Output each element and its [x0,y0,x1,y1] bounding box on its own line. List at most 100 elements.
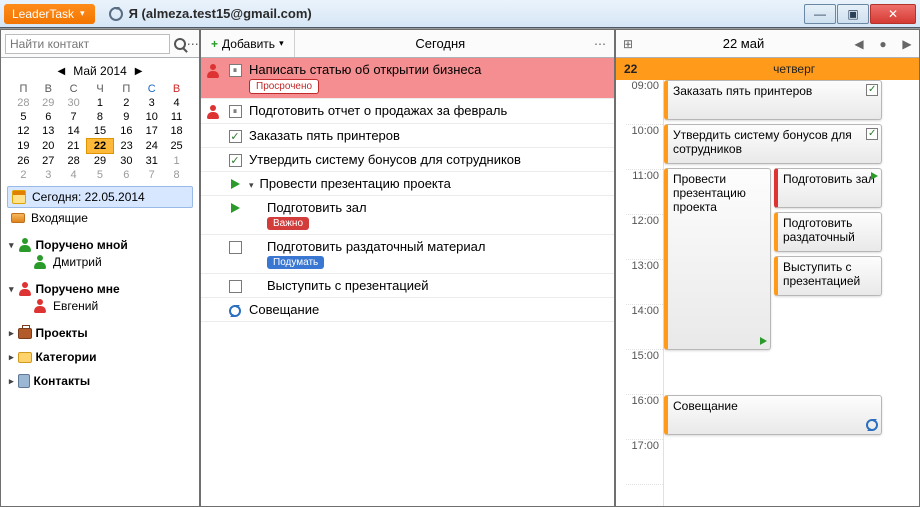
cal-day[interactable]: 6 [36,110,61,124]
cal-day[interactable]: 20 [36,139,61,154]
search-icon[interactable] [174,32,187,56]
cal-dow: С [139,82,164,96]
cal-day[interactable]: 3 [36,168,61,182]
cal-day[interactable]: 5 [11,110,36,124]
task-row[interactable]: ▾Провести презентацию проекта [201,172,614,196]
calendar-event[interactable]: Совещание [664,395,882,435]
day-pane: ⊞ 22 май ◀ ● ▶ 22 четверг 09:0010:0011:0… [615,29,920,507]
cal-day[interactable]: 21 [61,139,87,154]
cal-day[interactable]: 29 [87,154,114,169]
cal-day[interactable]: 2 [11,168,36,182]
task-row[interactable]: ⏸Написать статью об открытии бизнесаПрос… [201,58,614,99]
cal-day[interactable]: 7 [61,110,87,124]
cal-day[interactable]: 25 [164,139,189,154]
cal-day[interactable]: 5 [87,168,114,182]
section-assigned-to-me[interactable]: ▾ Поручено мне [7,282,193,296]
section-assigned-by-me[interactable]: ▾ Поручено мной [7,238,193,252]
play-icon[interactable] [231,179,240,189]
play-icon[interactable] [871,172,878,180]
cal-day[interactable]: 4 [164,96,189,110]
cal-day[interactable]: 8 [87,110,114,124]
task-row[interactable]: Подготовить раздаточный материалПодумать [201,235,614,274]
section-contacts[interactable]: ▸ Контакты [7,374,193,388]
cal-day[interactable]: 3 [139,96,164,110]
section-categories[interactable]: ▸ Категории [7,350,193,364]
cal-day[interactable]: 16 [113,124,139,139]
sidebar-menu-icon[interactable]: ⋯ [187,32,200,56]
calendar-event[interactable]: Провести презентацию проекта [664,168,771,350]
event-checkbox[interactable] [866,128,878,140]
close-button[interactable]: ✕ [870,4,916,24]
section-projects[interactable]: ▸ Проекты [7,326,193,340]
event-checkbox[interactable] [866,84,878,96]
play-icon[interactable] [760,337,767,345]
minimize-button[interactable]: — [804,4,836,24]
cal-day[interactable]: 12 [11,124,36,139]
task-row[interactable]: Утвердить систему бонусов для сотруднико… [201,148,614,172]
cal-day[interactable]: 15 [87,124,114,139]
maximize-button[interactable]: ▣ [837,4,869,24]
cal-day[interactable]: 28 [11,96,36,110]
task-checkbox[interactable]: ⏸ [229,105,242,118]
cal-day[interactable]: 29 [36,96,61,110]
search-input[interactable] [5,34,170,54]
chevron-down-icon[interactable]: ▾ [249,180,254,191]
day-prev-icon[interactable]: ◀ [847,37,871,51]
task-row[interactable]: Заказать пять принтеров [201,124,614,148]
task-row[interactable]: ⏸Подготовить отчет о продажах за февраль [201,99,614,124]
cal-day[interactable]: 26 [11,154,36,169]
task-checkbox[interactable]: ⏸ [229,64,242,77]
calendar-event[interactable]: Утвердить систему бонусов для сотруднико… [664,124,882,164]
cal-next-icon[interactable]: ▶ [135,66,143,77]
sidebar-item-evgeny[interactable]: Евгений [29,296,193,316]
task-row[interactable]: Выступить с презентацией [201,274,614,298]
calendar-event[interactable]: Заказать пять принтеров [664,80,882,120]
cal-day[interactable]: 17 [139,124,164,139]
cal-day[interactable]: 11 [164,110,189,124]
cal-day[interactable]: 10 [139,110,164,124]
day-next-icon[interactable]: ▶ [895,37,919,51]
sidebar-item-today[interactable]: Сегодня: 22.05.2014 [7,186,193,208]
repeat-icon[interactable] [229,305,241,317]
cal-day[interactable]: 22 [87,139,114,154]
cal-day[interactable]: 30 [113,154,139,169]
sidebar-item-dmitry[interactable]: Дмитрий [29,252,193,272]
task-checkbox[interactable] [229,241,242,254]
cal-day[interactable]: 28 [61,154,87,169]
day-expand-icon[interactable]: ⊞ [616,37,640,51]
sidebar-item-inbox[interactable]: Входящие [7,208,193,228]
task-row[interactable]: Подготовить залВажно [201,196,614,235]
cal-day[interactable]: 24 [139,139,164,154]
cal-prev-icon[interactable]: ◀ [58,66,66,77]
cal-day[interactable]: 23 [113,139,139,154]
cal-day[interactable]: 14 [61,124,87,139]
cal-day[interactable]: 1 [164,154,189,169]
app-menu-button[interactable]: LeaderTask [4,4,95,24]
cal-day[interactable]: 18 [164,124,189,139]
cal-day[interactable]: 30 [61,96,87,110]
calendar-event[interactable]: Подготовить раздаточный [774,212,882,252]
cal-day[interactable]: 27 [36,154,61,169]
cal-day[interactable]: 31 [139,154,164,169]
sync-icon[interactable] [109,7,123,21]
person-red-icon [18,282,32,296]
cal-day[interactable]: 2 [113,96,139,110]
cal-day[interactable]: 13 [36,124,61,139]
cal-day[interactable]: 4 [61,168,87,182]
cal-day[interactable]: 8 [164,168,189,182]
cal-day[interactable]: 7 [139,168,164,182]
task-row[interactable]: Совещание [201,298,614,322]
cal-day[interactable]: 9 [113,110,139,124]
cal-day[interactable]: 19 [11,139,36,154]
task-checkbox[interactable] [229,154,242,167]
cal-day[interactable]: 1 [87,96,114,110]
cal-day[interactable]: 6 [113,168,139,182]
add-button[interactable]: + Добавить ▾ [201,30,295,57]
play-icon[interactable] [231,203,240,213]
tasklist-menu-icon[interactable]: ⋯ [586,37,614,51]
task-checkbox[interactable] [229,130,242,143]
task-checkbox[interactable] [229,280,242,293]
calendar-event[interactable]: Подготовить зал [774,168,882,208]
day-today-icon[interactable]: ● [871,37,895,51]
calendar-event[interactable]: Выступить с презентацией [774,256,882,296]
